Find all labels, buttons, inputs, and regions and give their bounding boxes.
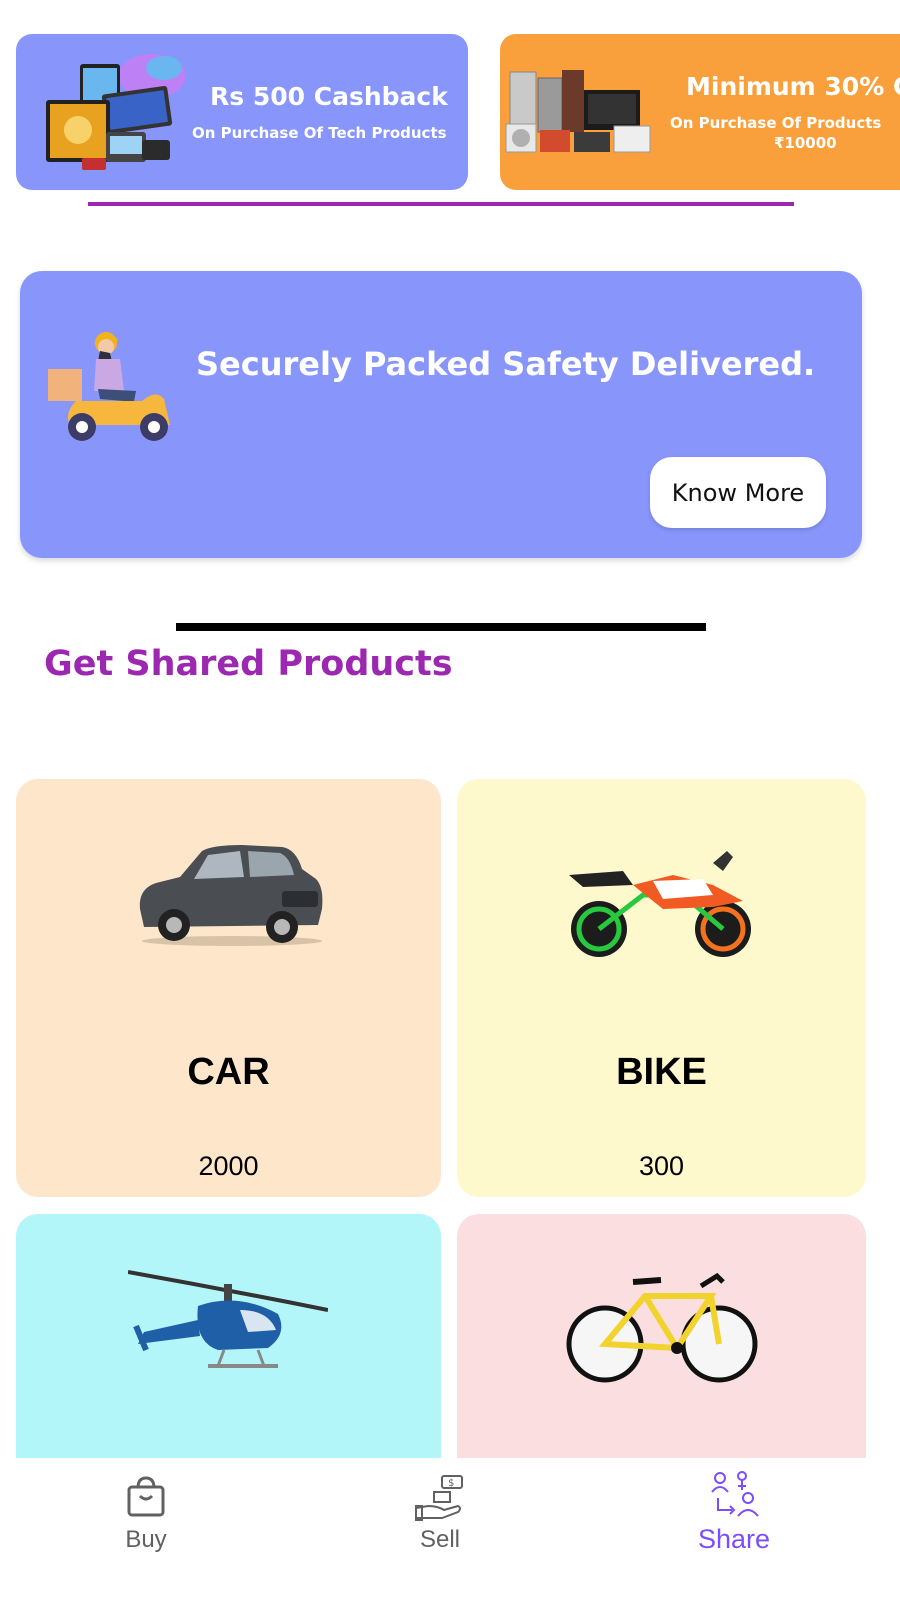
offer-subtitle-line2: ₹10000 (774, 134, 837, 152)
bicycle-image (566, 1272, 758, 1383)
product-count: 2000 (198, 1151, 259, 1181)
svg-text:$: $ (448, 1478, 454, 1489)
product-card-car[interactable]: CAR 2000 (16, 779, 441, 1197)
hand-money-icon: $ (415, 1475, 463, 1521)
carousel-indicator (88, 202, 794, 206)
offer-title: Minimum 30% O (686, 72, 900, 101)
product-card-bike[interactable]: BIKE 300 (457, 779, 866, 1197)
nav-item-share[interactable]: Share (644, 1458, 824, 1600)
delivery-banner: Securely Packed Safety Delivered. Know M… (20, 271, 862, 558)
delivery-text: Securely Packed Safety Delivered. (196, 345, 816, 383)
section-divider (176, 623, 706, 631)
offers-carousel[interactable]: Rs 500 Cashback On Purchase Of Tech Prod… (0, 0, 900, 240)
share-people-icon (711, 1471, 759, 1517)
section-title: Get Shared Products (44, 644, 453, 684)
nav-label-sell: Sell (419, 1526, 461, 1553)
product-name: CAR (187, 1051, 270, 1093)
car-image (139, 845, 323, 946)
product-count: 300 (638, 1151, 685, 1181)
nav-item-sell[interactable]: $ Sell (350, 1458, 530, 1600)
nav-item-buy[interactable]: Buy (56, 1458, 236, 1600)
offer-card-discount[interactable]: Minimum 30% O On Purchase Of Products ₹1… (500, 34, 900, 190)
product-name: BIKE (616, 1051, 707, 1093)
nav-label-share: Share (697, 1524, 771, 1554)
nav-label-buy: Buy (125, 1526, 167, 1553)
offer-title: Rs 500 Cashback (210, 82, 448, 111)
delivery-scooter-icon (48, 332, 170, 441)
offer-subtitle: On Purchase Of Tech Products (192, 124, 447, 142)
know-more-button[interactable]: Know More (650, 457, 826, 528)
bike-image (569, 851, 751, 957)
appliances-image (505, 70, 651, 153)
tech-products-image (46, 54, 186, 170)
helicopter-image (128, 1270, 328, 1368)
shopping-bag-icon (127, 1476, 165, 1517)
bottom-navigation: Buy $ Sell Share (0, 1458, 900, 1600)
offer-card-cashback[interactable]: Rs 500 Cashback On Purchase Of Tech Prod… (16, 34, 468, 190)
offer-subtitle-line1: On Purchase Of Products (670, 114, 882, 132)
